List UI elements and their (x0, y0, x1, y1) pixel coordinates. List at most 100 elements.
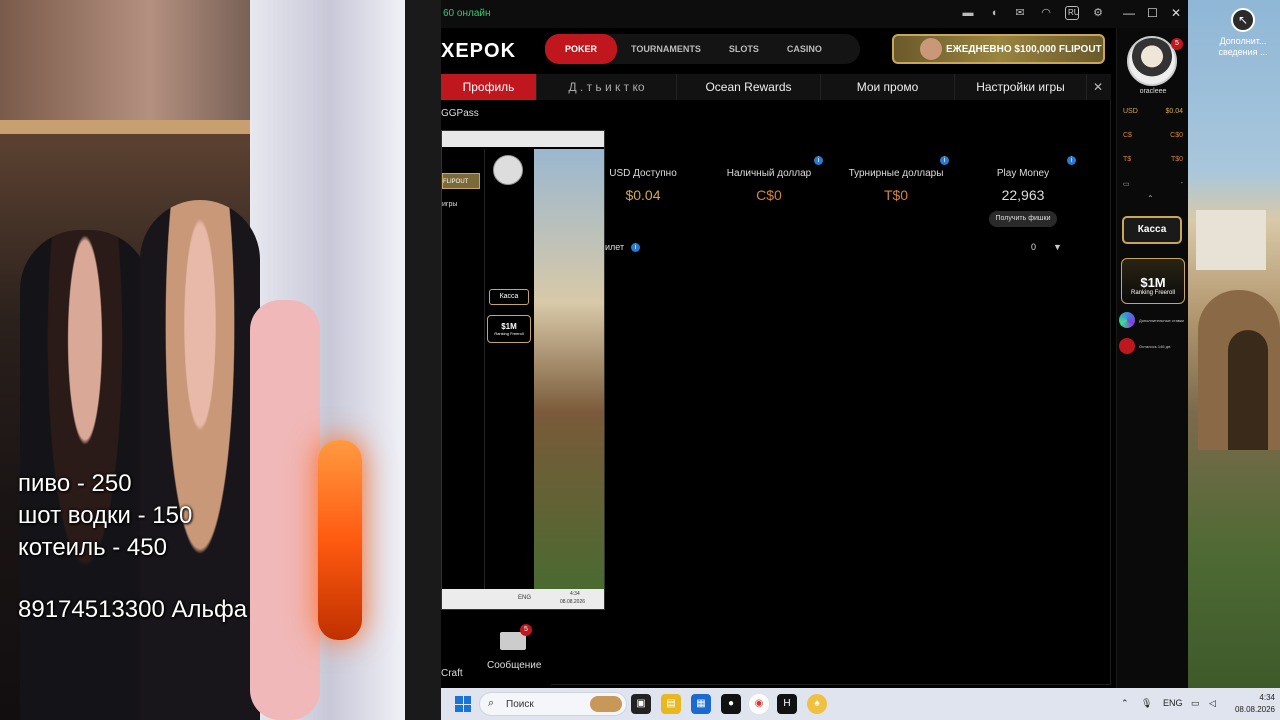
ggpass-link[interactable]: GGPass (441, 108, 479, 119)
tab-profile[interactable]: Профиль (441, 74, 537, 100)
maximize-button[interactable]: ☐ (1147, 6, 1158, 20)
nested-date: 08.08.2026 (560, 599, 586, 605)
balance-play-money-label: Play Money (996, 168, 1050, 179)
wallpaper-arch (1228, 330, 1268, 450)
profile-tabs: Профиль Д . т ь и к т ко Ocean Rewards М… (441, 74, 1111, 100)
taskbar-clock[interactable]: 4:34 08.08.2026 (1225, 692, 1275, 716)
tab-ocean-rewards[interactable]: Ocean Rewards (677, 74, 821, 100)
account-row-usd: USD $0.04 (1123, 108, 1183, 115)
currency-label: T$ (1123, 156, 1132, 163)
cursor-icon: ↖ (1231, 8, 1255, 32)
info-icon[interactable]: i (631, 243, 640, 252)
balance-tournament-label: Турнирные доллары (848, 168, 944, 179)
ranking-freeroll-banner[interactable]: $1M Ranking Freeroll (1121, 258, 1185, 304)
side-progress-item[interactable]: Осталось 146 дн. (1119, 336, 1187, 356)
cam-person-center (140, 200, 260, 720)
volume-icon[interactable]: ◁ (1209, 698, 1216, 709)
message-count-badge: 5 (520, 624, 532, 636)
titlebar-icons: ▬ ◖ ✉ ◠ RU ⚙ (961, 6, 1105, 20)
craft-button[interactable]: Craft (441, 668, 463, 679)
main-nav: POKER TOURNAMENTS SLOTS CASINO (545, 34, 860, 64)
cam-lamp (318, 440, 362, 640)
side-promo-item[interactable]: Дополнительные ставки (1119, 310, 1187, 330)
clock-date: 08.08.2026 (1234, 705, 1275, 714)
store-icon[interactable]: ▦ (691, 694, 711, 714)
get-chips-button[interactable]: Получить фишки (989, 211, 1057, 227)
account-row-cash: C$ C$0 (1123, 132, 1183, 139)
minimize-button[interactable]: — (1123, 6, 1135, 20)
nested-flipout-banner: FLIPOUT (442, 173, 480, 189)
tab-game-settings[interactable]: Настройки игры (955, 74, 1087, 100)
nested-taskbar: ENG 4:34 08.08.2026 (442, 589, 604, 609)
nav-tournaments[interactable]: TOURNAMENTS (617, 44, 715, 54)
microphone-icon[interactable]: 🎙 (1141, 698, 1152, 709)
mail-icon[interactable]: ✉ (1013, 6, 1027, 20)
clock-time: 4:34 (1259, 693, 1275, 702)
search-highlight-icon (590, 696, 622, 712)
messages-button[interactable]: 5 Сообщение (487, 624, 541, 671)
windows-start-icon[interactable] (455, 696, 471, 712)
account-row-tickets: ▭ - (1123, 180, 1183, 188)
account-sidebar: 5 oracleee USD $0.04 C$ C$0 T$ T$0 ▭ - ⌃… (1116, 28, 1188, 688)
progress-icon (1119, 338, 1135, 354)
chevron-up-icon[interactable]: ⌃ (1147, 194, 1154, 203)
nested-games-tab: игры (442, 201, 458, 208)
cashier-button[interactable]: Касса (1122, 216, 1182, 244)
notification-badge: 5 (1171, 38, 1183, 50)
desktop-shortcut[interactable]: ↖ Дополнит... сведения ... (1218, 8, 1268, 58)
promo-text: ЕЖЕДНЕВНО $100,000 FLIPOUT (946, 43, 1102, 55)
tickets-count: 0 (1031, 242, 1037, 252)
desktop-wallpaper (1188, 0, 1280, 688)
app-icon[interactable]: ● (721, 694, 741, 714)
h-app-icon[interactable]: H (777, 694, 797, 714)
nested-freeroll-label: Ranking Freeroll (494, 331, 524, 336)
file-explorer-icon[interactable]: ▤ (661, 694, 681, 714)
wallpaper-building (1196, 210, 1266, 270)
chevron-down-icon[interactable]: ▼ (1053, 242, 1062, 252)
cam-person-arm (250, 300, 320, 720)
currency-label: C$ (1123, 132, 1132, 139)
poker-app-icon[interactable]: ♠ (807, 694, 827, 714)
nav-slots[interactable]: SLOTS (715, 44, 773, 54)
promo-avatar (920, 38, 942, 60)
nested-lang: ENG (518, 595, 532, 601)
close-window-button[interactable]: ✕ (1171, 6, 1181, 20)
price-beer: пиво - 250 (18, 470, 132, 497)
taskbar-search[interactable]: ⌕ Поиск (479, 692, 627, 716)
tab-my-promos[interactable]: Мои промо (821, 74, 955, 100)
tab-achievements[interactable]: Д . т ь и к т ко (537, 74, 677, 100)
chrome-icon[interactable]: ◉ (749, 694, 769, 714)
username: oracleee (1139, 88, 1167, 95)
currency-label: USD (1123, 108, 1138, 115)
tray-language[interactable]: ENG (1163, 698, 1183, 708)
donation-phone: 89174513300 Альфа (18, 596, 248, 623)
nav-casino[interactable]: CASINO (773, 44, 836, 54)
info-icon[interactable]: i (1067, 156, 1076, 165)
info-icon[interactable]: i (814, 156, 823, 165)
audio-icon[interactable]: ◖ (987, 6, 1001, 20)
brand-logo: XEPOK (441, 40, 517, 62)
tray-chevron-icon[interactable]: ⌃ (1121, 698, 1129, 709)
wifi-icon: ◠ (1041, 7, 1051, 19)
language-button[interactable]: RU (1065, 6, 1080, 20)
ticket-icon: ▭ (1123, 181, 1130, 188)
flipout-promo-banner[interactable]: ЕЖЕДНЕВНО $100,000 FLIPOUT (892, 34, 1105, 64)
avatar[interactable] (1127, 36, 1177, 86)
nav-poker[interactable]: POKER (545, 34, 618, 64)
search-icon: ⌕ (488, 697, 495, 709)
settings-gear-icon[interactable]: ⚙ (1091, 6, 1105, 20)
task-view-icon[interactable]: ▣ (631, 694, 651, 714)
balance-tournament-value: T$0 (883, 187, 909, 203)
freeroll-label: Ranking Freeroll (1130, 290, 1176, 296)
network-icon[interactable]: ▭ (1191, 698, 1200, 709)
info-icon[interactable]: i (940, 156, 949, 165)
nested-wallpaper (534, 149, 604, 589)
currency-amount: C$0 (1170, 132, 1183, 139)
account-row-tournament: T$ T$0 (1123, 156, 1183, 163)
screen: пиво - 250 шот водки - 150 котеиль - 450… (0, 0, 1280, 720)
taskbar: ⌕ Поиск ▣ ▤ ▦ ● ◉ H ♠ ⌃ 🎙 ENG ▭ ◁ 4:34 0… (441, 688, 1280, 720)
chat-icon[interactable]: ▬ (961, 6, 975, 20)
nested-avatar (493, 155, 523, 185)
price-vodka-shot: шот водки - 150 (18, 502, 193, 529)
close-profile-icon[interactable]: ✕ (1093, 80, 1103, 94)
